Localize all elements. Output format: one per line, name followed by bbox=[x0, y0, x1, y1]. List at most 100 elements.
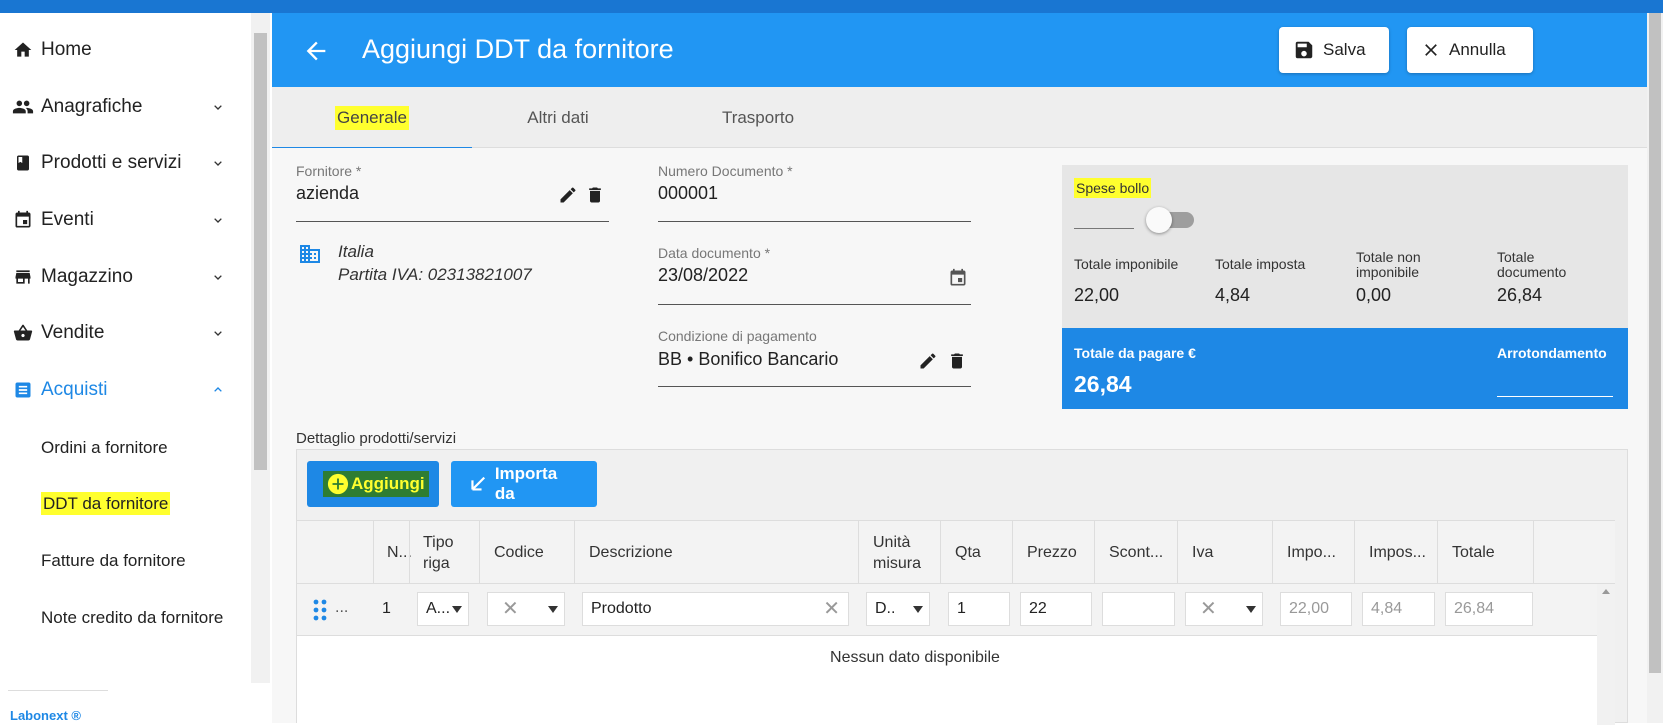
supplier-vat: Partita IVA: 02313821007 bbox=[338, 265, 532, 284]
sidebar-scrollbar[interactable] bbox=[251, 13, 270, 683]
edit-icon[interactable] bbox=[918, 351, 938, 371]
arrow-down-left-icon bbox=[471, 476, 486, 491]
numero-field[interactable]: 000001 bbox=[658, 183, 718, 204]
col-header-n[interactable]: N... bbox=[373, 521, 412, 584]
col-header-tipo-riga[interactable]: Tipo riga bbox=[409, 521, 479, 584]
sidebar-item-label: Vendite bbox=[41, 322, 105, 343]
col-header-label: Unità misura bbox=[873, 533, 922, 572]
add-row-button[interactable]: Aggiungi bbox=[307, 461, 439, 507]
sidebar-item-magazzino[interactable]: Magazzino bbox=[0, 257, 240, 297]
page-scroll-thumb[interactable] bbox=[1649, 13, 1661, 673]
col-header-actions bbox=[1533, 521, 1597, 584]
row-menu-dots[interactable]: ... bbox=[335, 599, 348, 617]
pagamento-label: Condizione di pagamento bbox=[658, 328, 817, 344]
imponibile-value: 22,00 bbox=[1074, 285, 1120, 305]
chevron-down-icon bbox=[214, 218, 222, 223]
col-header-iva[interactable]: Iva bbox=[1177, 521, 1272, 584]
calendar-icon[interactable] bbox=[948, 268, 968, 288]
drag-handle-icon[interactable] bbox=[313, 599, 327, 621]
col-header-imposta[interactable]: Impos... bbox=[1354, 521, 1437, 584]
col-header-descrizione[interactable]: Descrizione bbox=[574, 521, 858, 584]
store-icon bbox=[12, 266, 34, 288]
clear-icon[interactable]: ✕ bbox=[823, 596, 840, 621]
clear-icon[interactable]: ✕ bbox=[1200, 596, 1217, 621]
sidebar-subitem-ddt[interactable]: DDT da fornitore bbox=[41, 492, 171, 515]
arrotondamento-field[interactable] bbox=[1497, 396, 1613, 397]
codice-select[interactable]: ✕ bbox=[487, 592, 565, 626]
sidebar-subitem-ordini[interactable]: Ordini a fornitore bbox=[41, 438, 168, 458]
unita-select[interactable]: D.. bbox=[866, 592, 930, 626]
pagamento-field[interactable]: BB • Bonifico Bancario bbox=[658, 349, 838, 370]
sidebar-item-prodotti[interactable]: Prodotti e servizi bbox=[0, 143, 240, 183]
tab-trasporto[interactable]: Trasporto bbox=[658, 87, 858, 148]
prezzo-input[interactable]: 22 bbox=[1020, 592, 1092, 626]
fornitore-field[interactable]: azienda bbox=[296, 183, 359, 204]
sidebar-subitem-note-credito[interactable]: Note credito da fornitore bbox=[41, 608, 223, 628]
sidebar-subitem-fatture[interactable]: Fatture da fornitore bbox=[41, 551, 186, 571]
totale-da-pagare-box: Totale da pagare € 26,84 Arrotondamento bbox=[1062, 328, 1628, 409]
import-button-label: Importa da bbox=[494, 464, 558, 503]
edit-icon[interactable] bbox=[558, 185, 578, 205]
tab-generale[interactable]: Generale bbox=[272, 87, 472, 149]
col-header-totale[interactable]: Totale bbox=[1437, 521, 1533, 584]
sidebar-item-label: Magazzino bbox=[41, 266, 133, 287]
data-field[interactable]: 23/08/2022 bbox=[658, 265, 748, 286]
fornitore-underline bbox=[296, 221, 609, 222]
add-button-label: Aggiungi bbox=[351, 474, 425, 493]
clear-icon[interactable]: ✕ bbox=[502, 596, 519, 621]
col-header-imponibile[interactable]: Impo... bbox=[1272, 521, 1354, 584]
import-button[interactable]: Importa da bbox=[451, 461, 597, 507]
sidebar-item-anagrafiche[interactable]: Anagrafiche bbox=[0, 87, 240, 127]
sconto-input[interactable] bbox=[1102, 592, 1175, 626]
toggle-knob[interactable] bbox=[1146, 207, 1172, 233]
close-icon bbox=[1425, 44, 1437, 56]
cancel-button-label: Annulla bbox=[1449, 40, 1506, 59]
back-arrow-icon[interactable] bbox=[302, 37, 330, 65]
details-section-label: Dettaglio prodotti/servizi bbox=[296, 430, 457, 447]
documento-value: 26,84 bbox=[1497, 285, 1543, 305]
totals-summary: Spese bollo Totale imponibile 22,00 Tota… bbox=[1062, 165, 1628, 409]
delete-icon[interactable] bbox=[947, 351, 967, 371]
qta-input[interactable]: 1 bbox=[948, 592, 1010, 626]
col-header-codice[interactable]: Codice bbox=[479, 521, 574, 584]
sidebar-item-vendite[interactable]: Vendite bbox=[0, 313, 240, 353]
imposta-label: Totale imposta bbox=[1215, 256, 1306, 272]
chevron-down-icon bbox=[214, 105, 222, 110]
grid-scrollbar[interactable] bbox=[1597, 584, 1615, 725]
calendar-icon bbox=[12, 209, 34, 231]
sidebar-item-label: Eventi bbox=[41, 209, 94, 230]
dropdown-arrow-icon bbox=[1246, 606, 1256, 613]
descrizione-input[interactable]: Prodotto ✕ bbox=[582, 592, 849, 626]
sidebar-item-eventi[interactable]: Eventi bbox=[0, 200, 240, 240]
imposta-value: 4,84 bbox=[1215, 285, 1251, 305]
tab-bar: Generale Altri dati Trasporto bbox=[272, 87, 1647, 149]
col-header-prezzo[interactable]: Prezzo bbox=[1012, 521, 1094, 584]
non-imponibile-label: Totale non imponibile bbox=[1356, 249, 1421, 280]
tipo-riga-select[interactable]: A... bbox=[417, 592, 469, 626]
form-content: Fornitore * azienda Italia Partita IVA: … bbox=[272, 148, 1647, 725]
col-header-label: Tipo riga bbox=[423, 533, 454, 572]
sidebar-item-label: Prodotti e servizi bbox=[41, 152, 182, 173]
spese-bollo-underline bbox=[1074, 228, 1134, 229]
non-imponibile-value: 0,00 bbox=[1356, 285, 1392, 305]
home-icon bbox=[12, 39, 34, 61]
pagamento-underline bbox=[658, 386, 971, 387]
cancel-button[interactable]: Annulla bbox=[1407, 27, 1533, 73]
imposta-cell: 4,84 bbox=[1362, 592, 1435, 626]
brand-label[interactable]: Labonext ® bbox=[10, 708, 81, 723]
delete-icon[interactable] bbox=[585, 185, 605, 205]
sidebar-item-acquisti[interactable]: Acquisti bbox=[0, 370, 240, 410]
sidebar-item-home[interactable]: Home bbox=[0, 30, 240, 70]
col-header-unita[interactable]: Unità misura bbox=[858, 521, 940, 584]
page-scrollbar[interactable] bbox=[1647, 13, 1663, 723]
dropdown-arrow-icon bbox=[913, 606, 923, 613]
tipo-riga-value: A... bbox=[426, 600, 451, 617]
iva-select[interactable]: ✕ bbox=[1185, 592, 1263, 626]
col-header-qta[interactable]: Qta bbox=[940, 521, 1012, 584]
save-button-label: Salva bbox=[1323, 40, 1366, 59]
sidebar-scroll-thumb[interactable] bbox=[254, 33, 267, 470]
sidebar-item-label: Acquisti bbox=[41, 379, 108, 400]
save-button[interactable]: Salva bbox=[1279, 27, 1389, 73]
col-header-sconto[interactable]: Scont... bbox=[1094, 521, 1177, 584]
tab-altri-dati[interactable]: Altri dati bbox=[458, 87, 658, 148]
